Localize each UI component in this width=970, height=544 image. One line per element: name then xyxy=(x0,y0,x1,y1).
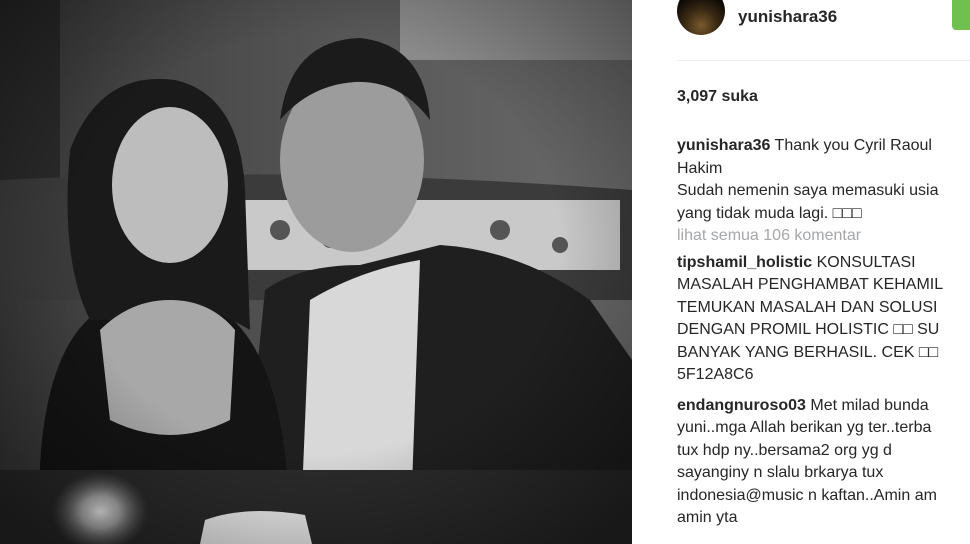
likes-count[interactable]: 3,097 suka xyxy=(677,88,758,106)
follow-button[interactable] xyxy=(952,0,970,30)
view-all-comments-link[interactable]: lihat semua 106 komentar xyxy=(677,225,970,248)
header-divider xyxy=(677,60,970,61)
post-header: yunishara36 xyxy=(677,0,837,36)
comment-username[interactable]: tipshamil_holistic xyxy=(677,254,812,271)
caption-username[interactable]: yunishara36 xyxy=(677,137,770,154)
post-sidebar: yunishara36 3,097 suka yunishara36 Thank… xyxy=(632,0,970,544)
post-photo[interactable] xyxy=(0,0,632,544)
comment-item: endangnuroso03 Met milad bunda yuni..mga… xyxy=(677,395,970,530)
comments-list: yunishara36 Thank you Cyril Raoul Hakim … xyxy=(677,135,970,530)
comment-item: tipshamil_holistic KONSULTASI MASALAH PE… xyxy=(677,252,970,387)
comment-username[interactable]: endangnuroso03 xyxy=(677,397,806,414)
comment-text: KONSULTASI MASALAH PENGHAMBAT KEHAMIL TE… xyxy=(677,253,944,384)
header-username[interactable]: yunishara36 xyxy=(738,7,837,27)
post-photo-image xyxy=(0,0,632,544)
caption: yunishara36 Thank you Cyril Raoul Hakim … xyxy=(677,135,970,225)
avatar[interactable] xyxy=(677,0,725,35)
comment-text: Met milad bunda yuni..mga Allah berikan … xyxy=(677,396,937,527)
instagram-post: yunishara36 3,097 suka yunishara36 Thank… xyxy=(0,0,970,544)
